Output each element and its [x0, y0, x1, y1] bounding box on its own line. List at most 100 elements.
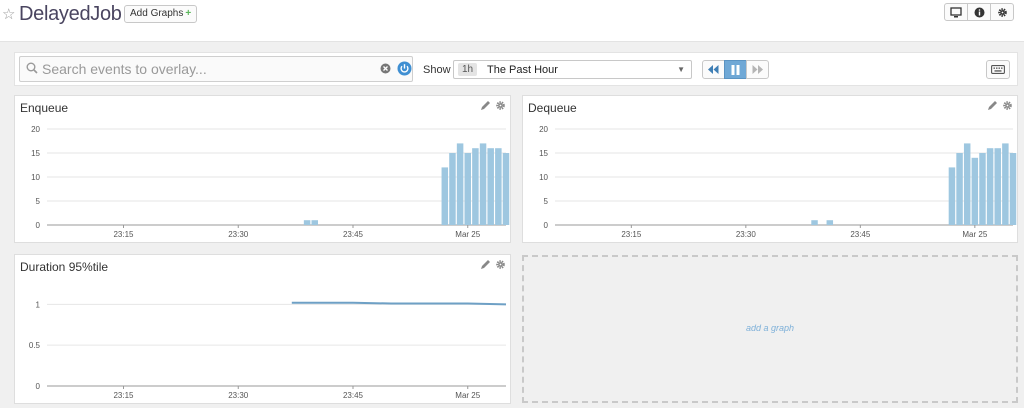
bar[interactable]: [979, 153, 986, 225]
time-range-select[interactable]: 1h The Past Hour ▼: [453, 60, 692, 79]
y-tick-label: 0: [544, 221, 549, 230]
y-tick-label: 0: [36, 221, 41, 230]
add-graph-placeholder[interactable]: add a graph: [522, 255, 1018, 403]
bar[interactable]: [811, 220, 818, 225]
top-bar: ☆ DelayedJob Add Graphs +: [0, 0, 1024, 42]
y-tick-label: 10: [31, 173, 40, 182]
keyboard-button[interactable]: [986, 60, 1010, 79]
star-outline-icon[interactable]: ☆: [2, 5, 15, 23]
fast-forward-button[interactable]: [746, 60, 769, 79]
bar[interactable]: [956, 153, 963, 225]
time-range-badge: 1h: [458, 63, 478, 76]
y-tick-label: 1: [36, 300, 41, 309]
bar[interactable]: [1009, 153, 1017, 225]
playback-controls: [702, 60, 769, 79]
duration-graph-panel[interactable]: Duration 95%tile 1 0.5 0 23:15 23:30 23:45 Mar…: [14, 254, 511, 404]
bar[interactable]: [311, 220, 319, 225]
y-tick-label: 10: [539, 173, 548, 182]
x-tick-label: 23:30: [736, 230, 757, 239]
bar[interactable]: [1002, 143, 1009, 225]
chevron-down-icon: ▼: [677, 65, 685, 74]
add-graphs-label: Add Graphs: [130, 8, 184, 19]
x-tick-label: 23:15: [621, 230, 642, 239]
y-tick-label: 15: [31, 149, 40, 158]
y-tick-label: 20: [539, 125, 548, 134]
power-icon[interactable]: [397, 61, 412, 76]
graph-tools: [480, 259, 506, 270]
bar[interactable]: [464, 153, 472, 225]
bar[interactable]: [495, 148, 502, 225]
y-tick-label: 15: [539, 149, 548, 158]
duration-chart: 1 0.5 0 23:15 23:30 23:45 Mar 25: [29, 300, 507, 400]
y-tick-label: 5: [544, 197, 549, 206]
bar[interactable]: [441, 167, 449, 225]
pencil-icon[interactable]: [480, 259, 491, 270]
x-tick-label: 23:15: [113, 391, 134, 400]
dequeue-chart: 20 15 10 5 0 23:15 23:30 23:45 Mar 25: [539, 125, 1017, 239]
search-input[interactable]: [42, 59, 372, 79]
graph-title: Dequeue: [528, 101, 577, 115]
bar[interactable]: [472, 148, 479, 225]
gear-icon[interactable]: [495, 259, 506, 270]
x-tick-label: Mar 25: [455, 391, 480, 400]
search-box: [19, 56, 413, 82]
graph-tools: [987, 100, 1013, 111]
pause-button[interactable]: [724, 60, 747, 79]
info-icon: [974, 7, 984, 17]
x-tick-label: 23:45: [850, 230, 871, 239]
dashboard-title: DelayedJob: [19, 3, 122, 25]
bar[interactable]: [948, 167, 956, 225]
add-graphs-button[interactable]: Add Graphs +: [124, 5, 198, 23]
keyboard-icon: [991, 65, 1005, 74]
bar[interactable]: [971, 157, 979, 225]
gear-icon[interactable]: [495, 100, 506, 111]
bar[interactable]: [986, 148, 994, 225]
settings-button[interactable]: [990, 3, 1014, 21]
bar[interactable]: [456, 143, 464, 225]
top-button-group: [944, 3, 1014, 21]
gear-icon: [997, 7, 1007, 17]
monitor-icon: [950, 6, 962, 17]
x-tick-label: 23:30: [228, 230, 249, 239]
bar[interactable]: [449, 153, 456, 225]
bar[interactable]: [963, 143, 971, 225]
x-tick-label: 23:45: [343, 230, 364, 239]
info-button[interactable]: [967, 3, 991, 21]
enqueue-chart: 20 15 10 5 0 23:15 23:30 23:45 Mar 25: [31, 125, 510, 239]
x-tick-label: Mar 25: [455, 230, 480, 239]
plus-icon: +: [185, 8, 192, 19]
pause-icon: [731, 64, 740, 75]
bar[interactable]: [487, 148, 494, 225]
pencil-icon[interactable]: [987, 100, 998, 111]
add-graph-label: add a graph: [745, 323, 795, 333]
bar[interactable]: [826, 220, 834, 225]
clear-circle-icon[interactable]: [380, 63, 391, 74]
x-tick-label: Mar 25: [962, 230, 987, 239]
dequeue-graph-panel[interactable]: Dequeue 20 15 10 5 0 23:15 23:30 23:45 Mar 25: [522, 95, 1018, 243]
bar[interactable]: [994, 148, 1001, 225]
pencil-icon[interactable]: [480, 100, 491, 111]
y-tick-label: 5: [36, 197, 41, 206]
graph-tools: [480, 100, 506, 111]
bar[interactable]: [479, 143, 487, 225]
fast-forward-icon: [752, 65, 763, 74]
monitor-button[interactable]: [944, 3, 968, 21]
x-tick-label: 23:15: [113, 230, 134, 239]
graph-title: Enqueue: [20, 101, 69, 115]
y-tick-label: 0.5: [29, 341, 41, 350]
bar[interactable]: [303, 220, 311, 225]
y-tick-label: 20: [31, 125, 40, 134]
enqueue-graph-panel[interactable]: Enqueue 20 15 10 5 0 23:15 23:30 23:45 Mar 25: [14, 95, 511, 243]
rewind-icon: [708, 65, 719, 74]
rewind-button[interactable]: [702, 60, 725, 79]
bar[interactable]: [502, 153, 510, 225]
search-icon: [26, 62, 38, 74]
time-range-text: The Past Hour: [487, 64, 558, 76]
gear-icon[interactable]: [1002, 100, 1013, 111]
event-toolbar: Show 1h The Past Hour ▼: [14, 52, 1018, 86]
graph-title: Duration 95%tile: [20, 260, 109, 274]
y-tick-label: 0: [36, 382, 41, 391]
x-tick-label: 23:30: [228, 391, 249, 400]
show-label: Show: [423, 64, 451, 76]
x-tick-label: 23:45: [343, 391, 364, 400]
